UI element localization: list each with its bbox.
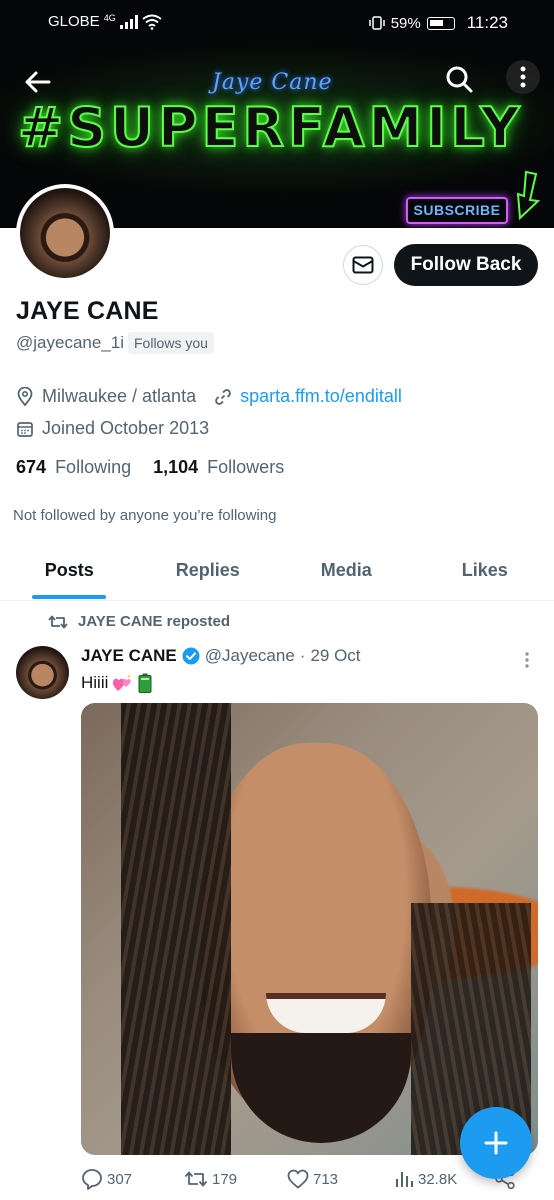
- status-right: 59% 11:23: [368, 13, 508, 33]
- display-name: JAYE CANE: [16, 297, 159, 325]
- follow-counts: 674 Following 1,104 Followers: [16, 457, 284, 478]
- battery-emoji-icon: [138, 673, 152, 693]
- reply-count: 307: [107, 1170, 133, 1188]
- followers-label: Followers: [207, 457, 285, 477]
- media-beard-shape: [231, 1033, 411, 1143]
- repost-count: 179: [212, 1170, 238, 1188]
- tab-media[interactable]: Media: [277, 548, 416, 600]
- status-left: GLOBE 4G: [48, 13, 162, 30]
- reply-icon: [82, 1169, 102, 1190]
- heart-icon: [287, 1169, 309, 1189]
- post-text-row: Hiiii: [81, 673, 152, 693]
- banner-script-text: Jaye Cane: [212, 70, 333, 95]
- profile-meta-row: Milwaukee / atlanta sparta.ffm.to/endita…: [16, 386, 402, 407]
- followers-count-link[interactable]: 1,104 Followers: [153, 457, 284, 478]
- post-media-image[interactable]: [81, 703, 538, 1155]
- profile-website-link[interactable]: sparta.ffm.to/enditall: [240, 386, 402, 407]
- post-action-bar: 307 179 713 32.8K: [81, 1168, 538, 1190]
- battery-percent: 59%: [390, 14, 421, 32]
- more-vertical-icon: [525, 652, 529, 668]
- post-author-handle[interactable]: @Jayecane: [205, 646, 295, 666]
- search-button[interactable]: [444, 64, 474, 94]
- message-button[interactable]: [343, 245, 383, 285]
- plus-icon: [484, 1131, 508, 1155]
- banner-arrow-icon: [516, 170, 541, 220]
- arrow-left-icon: [25, 71, 51, 93]
- banner-neon-text: #SUPERFAMILY: [17, 95, 524, 160]
- followers-count: 1,104: [153, 457, 199, 477]
- like-count: 713: [313, 1170, 339, 1188]
- carrier-name: GLOBE: [48, 13, 100, 30]
- follows-you-badge: Follows you: [128, 332, 214, 354]
- post-separator: ·: [299, 646, 306, 665]
- tab-likes[interactable]: Likes: [416, 548, 554, 600]
- compose-post-button[interactable]: [460, 1107, 532, 1179]
- battery-icon: [426, 16, 455, 30]
- repost-indicator: JAYE CANE reposted: [48, 613, 230, 630]
- calendar-icon: [17, 421, 33, 437]
- more-options-button[interactable]: [506, 60, 540, 94]
- signal-icon: [119, 14, 138, 29]
- profile-location: Milwaukee / atlanta: [42, 386, 197, 406]
- repost-icon: [48, 615, 68, 628]
- follow-back-button[interactable]: Follow Back: [394, 244, 538, 286]
- profile-joined-date: Joined October 2013: [42, 418, 210, 438]
- following-count: 674: [16, 457, 47, 477]
- tab-posts[interactable]: Posts: [0, 548, 139, 600]
- tab-replies[interactable]: Replies: [139, 548, 278, 600]
- following-label: Following: [55, 457, 132, 477]
- post-author-name[interactable]: JAYE CANE: [81, 646, 177, 666]
- profile-avatar[interactable]: [16, 184, 114, 282]
- status-bar: GLOBE 4G 59% 11:23: [0, 0, 554, 44]
- network-type: 4G: [103, 12, 116, 23]
- mail-icon: [352, 256, 374, 274]
- profile-handle: @jayecane_1i: [16, 333, 124, 352]
- views-count: 32.8K: [418, 1170, 458, 1188]
- following-count-link[interactable]: 674 Following: [16, 457, 131, 478]
- avatar-image: [20, 188, 110, 278]
- repost-button[interactable]: 179: [184, 1169, 287, 1189]
- post-author-avatar[interactable]: [16, 646, 69, 699]
- search-icon: [446, 66, 473, 93]
- vibrate-icon: [368, 16, 385, 30]
- profile-tabs: Posts Replies Media Likes: [0, 548, 554, 601]
- location-icon: [17, 386, 33, 406]
- post-more-button[interactable]: [519, 650, 535, 670]
- back-button[interactable]: [22, 66, 54, 98]
- more-vertical-icon: [520, 66, 526, 88]
- heart-sparkle-emoji-icon: [113, 674, 132, 691]
- post-date[interactable]: 29 Oct: [310, 646, 360, 666]
- clock: 11:23: [466, 13, 508, 32]
- profile-joined-row: Joined October 2013: [16, 418, 209, 439]
- views-chart-icon: [396, 1172, 413, 1187]
- post-text: Hiiii: [81, 673, 109, 692]
- like-button[interactable]: 713: [287, 1169, 394, 1189]
- wifi-icon: [142, 14, 162, 30]
- verified-badge-icon: [182, 647, 200, 665]
- banner-subscribe-text: SUBSCRIBE: [406, 197, 508, 224]
- link-icon: [215, 388, 231, 405]
- reply-button[interactable]: 307: [81, 1168, 184, 1190]
- repost-icon: [184, 1171, 208, 1187]
- mutual-followers-text: Not followed by anyone you’re following: [13, 507, 277, 524]
- repost-label: JAYE CANE reposted: [78, 613, 230, 630]
- media-hair-left-shape: [121, 703, 231, 1155]
- post-header: JAYE CANE @Jayecane · 29 Oct: [81, 646, 361, 666]
